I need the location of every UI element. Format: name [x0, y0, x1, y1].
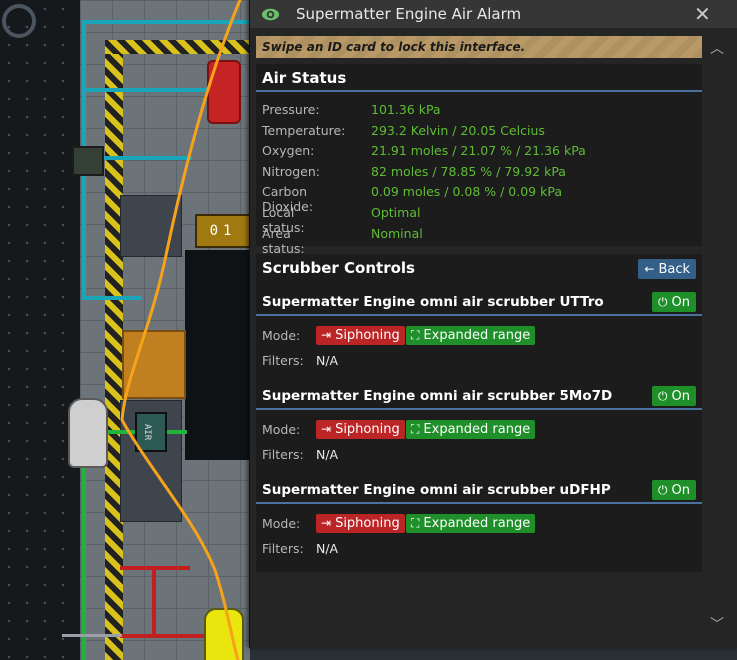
siphon-label: Siphoning: [335, 516, 400, 531]
status-value: 101.36 kPa: [371, 102, 441, 117]
filters-value: N/A: [316, 353, 339, 368]
status-label: Temperature:: [262, 123, 346, 138]
siphon-label: Siphoning: [335, 328, 400, 343]
expanded-range-button[interactable]: ⛶ Expanded range: [406, 514, 536, 533]
filters-label: Filters:: [262, 447, 304, 462]
power-label: On: [671, 295, 690, 310]
power-icon: ⏻: [658, 483, 668, 497]
mode-label: Mode:: [262, 422, 301, 437]
power-toggle-button[interactable]: ⏻ On: [652, 292, 696, 312]
crew-member-sprite[interactable]: [68, 398, 108, 468]
hazard-stripe-top: [105, 40, 250, 54]
power-toggle-button[interactable]: ⏻ On: [652, 480, 696, 500]
sign-in-icon: ⇥: [321, 422, 332, 436]
window-content: Swipe an ID card to lock this interface.…: [256, 32, 702, 572]
air-alarm-device[interactable]: [72, 146, 104, 176]
crew-member-sprite[interactable]: [204, 608, 244, 660]
scrubber-name: Supermatter Engine omni air scrubber uDF…: [262, 482, 611, 498]
expand-icon: ⛶: [411, 328, 420, 342]
scrubber-header: Supermatter Engine omni air scrubber uDF…: [256, 476, 702, 504]
pipe: [82, 20, 250, 24]
status-label: Oxygen:: [262, 143, 315, 158]
range-label: Expanded range: [423, 422, 531, 437]
range-label: Expanded range: [423, 516, 531, 531]
expand-icon: ⛶: [411, 516, 420, 530]
power-icon: ⏻: [658, 295, 668, 309]
scrubber-header: Supermatter Engine omni air scrubber 5Mo…: [256, 382, 702, 410]
filters-label: Filters:: [262, 541, 304, 556]
status-label: Nitrogen:: [262, 164, 320, 179]
siphon-button[interactable]: ⇥ Siphoning: [316, 514, 405, 533]
pipe: [152, 566, 156, 636]
status-label: Pressure:: [262, 102, 320, 117]
window-title: Supermatter Engine Air Alarm: [296, 5, 522, 23]
air-status-section: Air Status Pressure: 101.36 kPa Temperat…: [256, 64, 702, 256]
sign-in-icon: ⇥: [321, 516, 332, 530]
scrubber-name: Supermatter Engine omni air scrubber 5Mo…: [262, 388, 613, 404]
power-toggle-button[interactable]: ⏻ On: [652, 386, 696, 406]
back-button[interactable]: ← Back: [638, 259, 696, 279]
siphon-label: Siphoning: [335, 422, 400, 437]
scroll-down-icon[interactable]: ﹀: [710, 614, 724, 634]
scrubber-controls-section: Scrubber Controls ← Back Supermatter Engi…: [256, 254, 702, 572]
console-tag: AIR: [135, 412, 167, 452]
filters-value: N/A: [316, 541, 339, 556]
status-value: Nominal: [371, 226, 423, 241]
expanded-range-button[interactable]: ⛶ Expanded range: [406, 420, 536, 439]
status-value: 21.91 moles / 21.07 % / 21.36 kPa: [371, 143, 586, 158]
red-canister[interactable]: [207, 60, 241, 124]
power-icon: ⏻: [658, 389, 668, 403]
pipe: [62, 634, 122, 637]
fan-icon: [2, 4, 36, 38]
status-label: Area status:: [262, 226, 305, 256]
space-area: [0, 0, 80, 660]
power-label: On: [671, 389, 690, 404]
status-value: 82 moles / 78.85 % / 79.92 kPa: [371, 164, 566, 179]
status-value: Optimal: [371, 205, 421, 220]
scroll-up-icon[interactable]: ︿: [710, 38, 724, 58]
scrubber-name: Supermatter Engine omni air scrubber UTT…: [262, 294, 604, 310]
close-icon[interactable]: ✕: [694, 2, 711, 26]
air-alarm-window: Supermatter Engine Air Alarm ✕ Swipe an …: [249, 0, 737, 648]
scrubber-controls-header: Scrubber Controls ← Back: [256, 254, 702, 282]
scrubber-header: Supermatter Engine omni air scrubber UTT…: [256, 288, 702, 316]
status-value: 0.09 moles / 0.08 % / 0.09 kPa: [371, 184, 562, 199]
sign-in-icon: ⇥: [321, 328, 332, 342]
pipe: [82, 88, 212, 92]
status-value: 293.2 Kelvin / 20.05 Celcius: [371, 123, 545, 138]
back-label: Back: [658, 262, 690, 277]
expanded-range-button[interactable]: ⛶ Expanded range: [406, 326, 536, 345]
expand-icon: ⛶: [411, 422, 420, 436]
siphon-button[interactable]: ⇥ Siphoning: [316, 420, 405, 439]
id-lock-notice: Swipe an ID card to lock this interface.: [256, 36, 702, 58]
scrubber-controls-heading: Scrubber Controls: [262, 259, 415, 277]
dark-room: [185, 250, 250, 460]
pipe: [82, 296, 142, 300]
siphon-button[interactable]: ⇥ Siphoning: [316, 326, 405, 345]
counter-display: 01: [195, 214, 251, 248]
canister-crate: [122, 330, 186, 399]
filters-label: Filters:: [262, 353, 304, 368]
arrow-left-icon: ←: [644, 262, 655, 276]
range-label: Expanded range: [423, 328, 531, 343]
mode-label: Mode:: [262, 328, 301, 343]
power-label: On: [671, 483, 690, 498]
title-bar[interactable]: Supermatter Engine Air Alarm ✕: [250, 0, 737, 28]
filters-value: N/A: [316, 447, 339, 462]
mode-label: Mode:: [262, 516, 301, 531]
scrollbar[interactable]: ︿ ﹀: [706, 38, 730, 634]
wall-block: [120, 195, 182, 257]
eye-icon: [261, 8, 280, 21]
air-status-heading: Air Status: [256, 64, 702, 92]
